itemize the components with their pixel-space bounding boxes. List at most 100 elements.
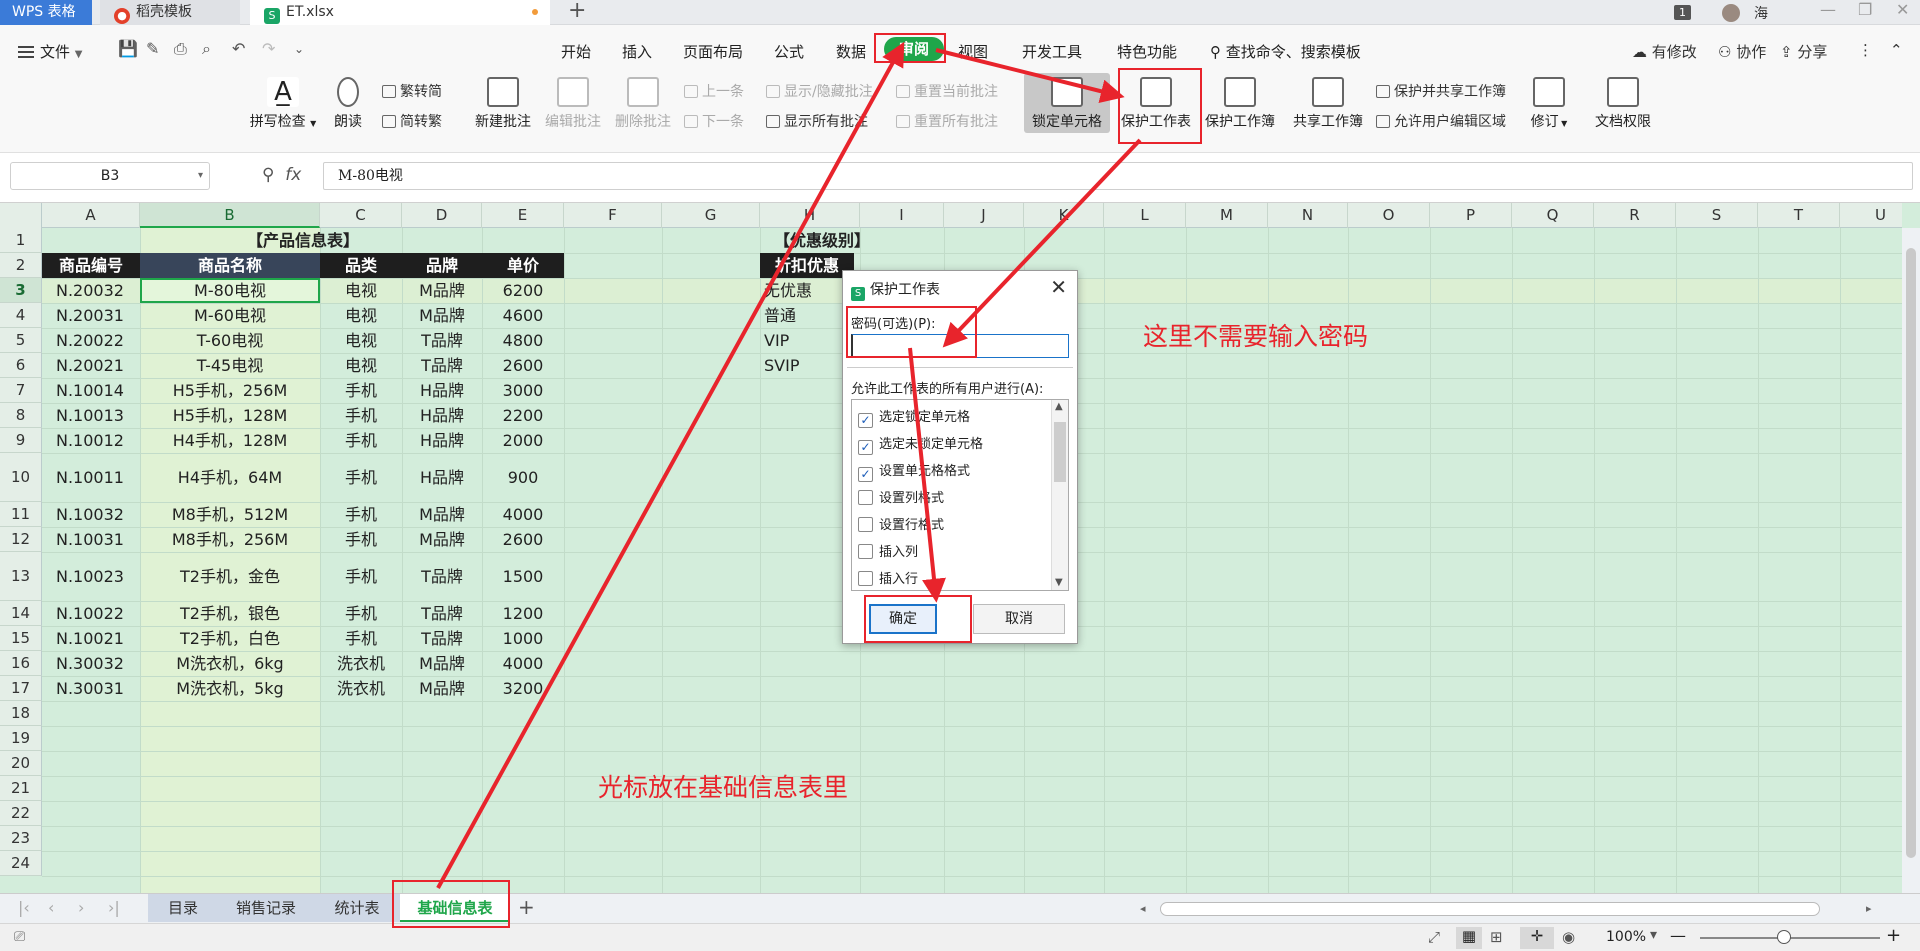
spellcheck-button[interactable]: A̲ 拼写检查 ▼ [248,77,318,131]
table-cell[interactable]: 4000 [482,651,564,676]
fullscreen-icon[interactable]: ⤢ [1428,928,1440,946]
row-header-23[interactable]: 23 [0,826,42,851]
row-header-19[interactable]: 19 [0,726,42,751]
allow-edit-ranges-button[interactable]: 允许用户编辑区域 [1376,111,1506,131]
column-header-l[interactable]: L [1104,203,1186,228]
new-comment-button[interactable]: 新建批注 [470,77,536,131]
share-workbook-button[interactable]: 共享工作簿 [1288,77,1368,131]
table-cell[interactable]: M洗衣机，6kg [140,651,320,676]
tab-features[interactable]: 特色功能 [1117,41,1177,62]
close-icon[interactable]: ✕ [1050,275,1067,299]
edit-comment-button[interactable]: 编辑批注 [540,77,606,131]
table-cell[interactable]: 洗衣机 [320,651,402,676]
row-header-12[interactable]: 12 [0,527,42,552]
checkbox[interactable] [858,544,873,559]
simp-to-trad-button[interactable]: 简转繁 [382,111,442,131]
column-header-r[interactable]: R [1594,203,1676,228]
column-header-s[interactable]: S [1676,203,1758,228]
table-cell[interactable]: 3000 [482,378,564,403]
table-cell[interactable]: N.10012 [42,428,140,453]
maximize-icon[interactable]: ❐ [1858,0,1872,19]
tab-home[interactable]: 开始 [561,41,591,62]
more-options-icon[interactable]: ⋮ [1858,41,1873,59]
vertical-scrollbar[interactable] [1902,228,1920,893]
doc-rights-button[interactable]: 文档权限 [1588,77,1658,131]
table-cell[interactable]: 手机 [320,601,402,626]
minimize-icon[interactable]: — [1820,0,1836,19]
table-cell[interactable]: 电视 [320,303,402,328]
delete-comment-button[interactable]: 删除批注 [610,77,676,131]
print-icon[interactable]: ⎙ [174,39,187,59]
protect-and-share-button[interactable]: 保护并共享工作簿 [1376,81,1506,101]
table-cell[interactable]: M品牌 [402,278,482,303]
list-scrollbar[interactable]: ▲ ▼ [1051,400,1068,590]
table-cell[interactable]: T2手机，金色 [140,552,320,601]
table-cell[interactable]: 900 [482,453,564,502]
table-cell[interactable]: 手机 [320,502,402,527]
permissions-list[interactable]: ▲ ▼ ✓ 选定锁定单元格 ✓ 选定未锁定单元格 ✓ 设置单元格格式 设置列格式 设置行格式 插入… [851,399,1069,591]
zoom-dropdown-icon[interactable]: ▾ [1650,927,1657,943]
table-cell[interactable]: H5手机，128M [140,403,320,428]
print-preview-icon[interactable]: ⌕ [202,39,211,59]
tab-view[interactable]: 视图 [958,41,988,62]
table-cell[interactable]: 手机 [320,552,402,601]
table-cell[interactable]: M-60电视 [140,303,320,328]
row-header-16[interactable]: 16 [0,651,42,676]
table-cell[interactable]: M品牌 [402,303,482,328]
row-header-24[interactable]: 24 [0,851,42,876]
collaborate-button[interactable]: ⚇ 协作 [1718,41,1766,62]
table-cell[interactable]: T2手机，银色 [140,601,320,626]
zoom-slider-thumb[interactable] [1777,930,1791,944]
table-cell[interactable]: 6200 [482,278,564,303]
column-header-n[interactable]: N [1268,203,1348,228]
table-cell[interactable]: N.10021 [42,626,140,651]
table-cell[interactable]: 2600 [482,353,564,378]
tab-daoke-templates[interactable]: ● 稻壳模板 [100,0,240,25]
column-header-m[interactable]: M [1186,203,1268,228]
column-header-h[interactable]: H [760,203,860,228]
table-header-cell[interactable]: 商品名称 [140,253,320,278]
table-cell[interactable]: H品牌 [402,428,482,453]
permission-item[interactable]: 插入行 [858,568,918,587]
table-header-cell[interactable]: 品牌 [402,253,482,278]
column-header-t[interactable]: T [1758,203,1840,228]
table-cell[interactable]: 手机 [320,626,402,651]
table-header-cell[interactable]: 品类 [320,253,402,278]
reading-mode-icon[interactable]: ✛ [1520,927,1554,949]
scroll-left-icon[interactable]: ◂ [1140,902,1146,915]
discount-table-title[interactable]: 【优惠级别】 [730,228,914,253]
checkbox[interactable]: ✓ [858,467,873,482]
row-header-22[interactable]: 22 [0,801,42,826]
table-cell[interactable]: M品牌 [402,527,482,552]
tab-data[interactable]: 数据 [836,41,866,62]
table-cell[interactable]: M洗衣机，5kg [140,676,320,701]
table-cell[interactable]: N.10011 [42,453,140,502]
column-header-a[interactable]: A [42,203,140,228]
command-search[interactable]: ⚲ 查找命令、搜索模板 [1210,41,1361,62]
row-header-4[interactable]: 4 [0,303,42,328]
column-header-p[interactable]: P [1430,203,1512,228]
zoom-out-icon[interactable]: — [1670,926,1686,945]
tab-developer[interactable]: 开发工具 [1022,41,1082,62]
table-cell[interactable]: H品牌 [402,453,482,502]
table-cell[interactable]: T品牌 [402,626,482,651]
zoom-icon[interactable]: ⚲ [262,165,274,185]
permission-item[interactable]: 设置行格式 [858,514,944,533]
table-cell[interactable]: T品牌 [402,353,482,378]
table-cell[interactable]: 手机 [320,453,402,502]
table-cell[interactable]: 手机 [320,527,402,552]
table-cell[interactable]: M8手机，256M [140,527,320,552]
window-count-badge[interactable]: 1 [1674,5,1691,20]
sheet-tab-sales[interactable]: 销售记录 [218,894,314,922]
sheet-tab-stats[interactable]: 统计表 [314,894,400,922]
undo-icon[interactable]: ↶ [232,39,245,58]
customize-dropdown-icon[interactable]: ⌄ [294,42,304,56]
next-sheet-icon[interactable]: › [78,898,84,917]
row-header-15[interactable]: 15 [0,626,42,651]
table-cell[interactable]: 洗衣机 [320,676,402,701]
first-sheet-icon[interactable]: |‹ [18,898,30,917]
table-cell[interactable]: 手机 [320,378,402,403]
prev-sheet-icon[interactable]: ‹ [48,898,54,917]
tab-page-layout[interactable]: 页面布局 [683,41,743,62]
row-header-3[interactable]: 3 [0,278,42,303]
